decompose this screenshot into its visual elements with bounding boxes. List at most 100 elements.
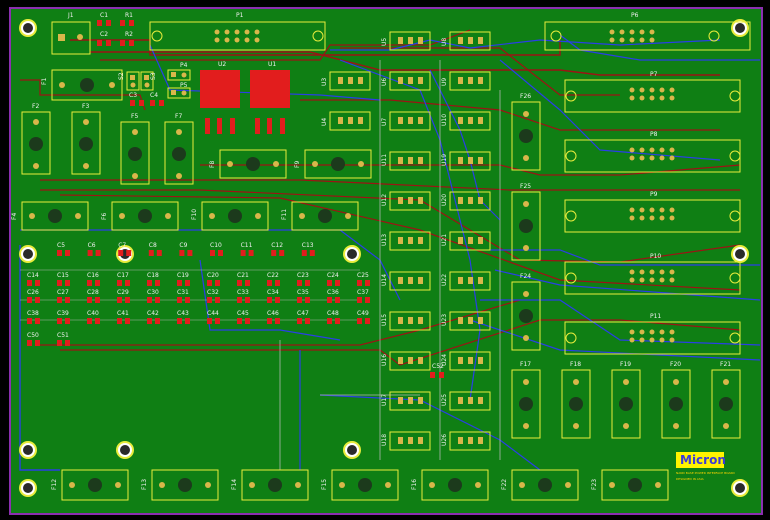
label-c5: C5 — [57, 242, 65, 249]
cap-pad — [95, 318, 100, 324]
cap-pad — [95, 297, 100, 303]
label-c8: C8 — [149, 242, 157, 249]
pin — [144, 82, 150, 88]
fuse-pin — [249, 482, 255, 488]
label-f14: F14 — [231, 479, 238, 490]
fuse-body — [88, 478, 102, 492]
transistor-pin — [418, 237, 423, 244]
label-c16: C16 — [87, 272, 99, 279]
transistor-pin — [408, 397, 413, 404]
regulator-lead — [255, 118, 260, 134]
transistor-pin — [418, 117, 423, 124]
label-u6: U6 — [381, 78, 388, 86]
fuse-pin — [523, 155, 529, 161]
label-r1: R1 — [125, 12, 133, 19]
pad — [106, 20, 111, 26]
label-f19: F19 — [620, 361, 631, 368]
transistor-pin — [338, 117, 343, 124]
label-c30: C30 — [147, 289, 159, 296]
label-c17: C17 — [117, 272, 129, 279]
fuse-pin — [165, 213, 171, 219]
connector-pin — [214, 37, 220, 43]
cap-pad — [177, 318, 182, 324]
label-c24: C24 — [327, 272, 339, 279]
transistor-pin — [458, 317, 463, 324]
transistor-pin — [458, 77, 463, 84]
cap-pad — [187, 250, 193, 256]
cap-pad — [57, 318, 62, 324]
connector-pin — [639, 87, 645, 93]
cap-pad — [117, 280, 122, 286]
cap-pad — [297, 318, 302, 324]
label-f13: F13 — [141, 479, 148, 490]
cap-pad — [267, 318, 272, 324]
connector-pin — [619, 29, 625, 35]
transistor-pin — [478, 37, 483, 44]
connector-pin — [629, 337, 635, 343]
fuse-pin — [273, 161, 279, 167]
transistor-pin — [458, 197, 463, 204]
fuse-body — [669, 397, 683, 411]
connector-pin — [669, 207, 675, 213]
label-s3: S3 — [150, 72, 157, 80]
fuse-pin — [673, 379, 679, 385]
transistor-pin — [408, 197, 413, 204]
connector-pin — [639, 29, 645, 35]
label-c4: C4 — [150, 92, 158, 99]
fuse-pin — [176, 173, 182, 179]
connector-pin — [639, 337, 645, 343]
label-u16: U16 — [381, 354, 388, 366]
connector-pin — [649, 37, 655, 43]
transistor-pin — [468, 37, 473, 44]
transistor-pin — [468, 197, 473, 204]
fuse-pin — [609, 482, 615, 488]
transistor-pin — [398, 357, 403, 364]
regulator-lead — [267, 118, 272, 134]
label-f20: F20 — [670, 361, 681, 368]
mounting-hole — [23, 445, 33, 455]
connector-pin — [629, 269, 635, 275]
fuse-body — [538, 478, 552, 492]
cap-pad — [207, 318, 212, 324]
cap-pad — [357, 297, 362, 303]
connector-pin — [669, 277, 675, 283]
fuse-body — [80, 78, 94, 92]
label-u23: U23 — [441, 314, 448, 326]
fuse-body — [228, 209, 242, 223]
fuse-pin — [33, 119, 39, 125]
fuse-pin — [523, 245, 529, 251]
label-c2: C2 — [100, 31, 108, 38]
connector-pin — [659, 269, 665, 275]
label-p5: P5 — [180, 82, 188, 89]
connector-pin — [639, 95, 645, 101]
connector-pin — [659, 277, 665, 283]
transistor-pin — [478, 237, 483, 244]
cap-pad — [87, 297, 92, 303]
label-f10: F10 — [191, 209, 198, 220]
label-u15: U15 — [381, 314, 388, 326]
transistor-pin — [408, 437, 413, 444]
label-c47: C47 — [297, 310, 309, 317]
connector-pin — [224, 37, 230, 43]
label-j1: J1 — [67, 12, 74, 19]
transistor-pin — [468, 157, 473, 164]
connector-pin — [639, 155, 645, 161]
cap-pad — [57, 340, 62, 346]
transistor-pin — [468, 77, 473, 84]
mounting-hole — [347, 249, 357, 259]
connector-pin — [629, 95, 635, 101]
transistor-pin — [478, 117, 483, 124]
label-c37: C37 — [357, 289, 369, 296]
transistor-pin — [348, 117, 353, 124]
pad — [106, 40, 111, 46]
transistor-pin — [468, 237, 473, 244]
fuse-body — [519, 309, 533, 323]
transistor-pin — [418, 357, 423, 364]
pin — [171, 90, 176, 95]
cap-pad — [237, 297, 242, 303]
cap-pad — [327, 318, 332, 324]
pad — [97, 40, 102, 46]
fuse-pin — [475, 482, 481, 488]
transistor-pin — [408, 117, 413, 124]
label-f17: F17 — [520, 361, 531, 368]
